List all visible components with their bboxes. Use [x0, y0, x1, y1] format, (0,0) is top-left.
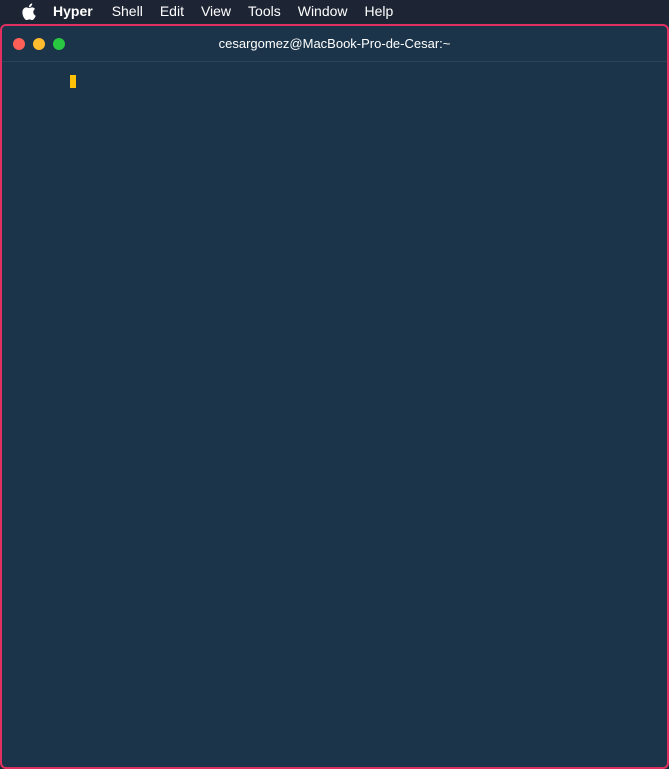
menu-shell[interactable]: Shell	[112, 0, 143, 23]
menu-help[interactable]: Help	[365, 0, 394, 23]
window-titlebar[interactable]: cesargomez@MacBook-Pro-de-Cesar:~	[2, 26, 667, 62]
apple-icon[interactable]	[20, 3, 36, 21]
terminal-window: cesargomez@MacBook-Pro-de-Cesar:~	[0, 24, 669, 769]
menu-edit[interactable]: Edit	[160, 0, 184, 23]
menu-tools[interactable]: Tools	[248, 0, 281, 23]
menu-view[interactable]: View	[201, 0, 231, 23]
terminal-cursor	[70, 75, 76, 88]
window-title: cesargomez@MacBook-Pro-de-Cesar:~	[218, 36, 451, 51]
menu-window[interactable]: Window	[298, 0, 348, 23]
menu-bar: Hyper Shell Edit View Tools Window Help	[0, 0, 669, 23]
terminal-area[interactable]	[2, 62, 667, 767]
menu-app-name[interactable]: Hyper	[53, 0, 93, 23]
